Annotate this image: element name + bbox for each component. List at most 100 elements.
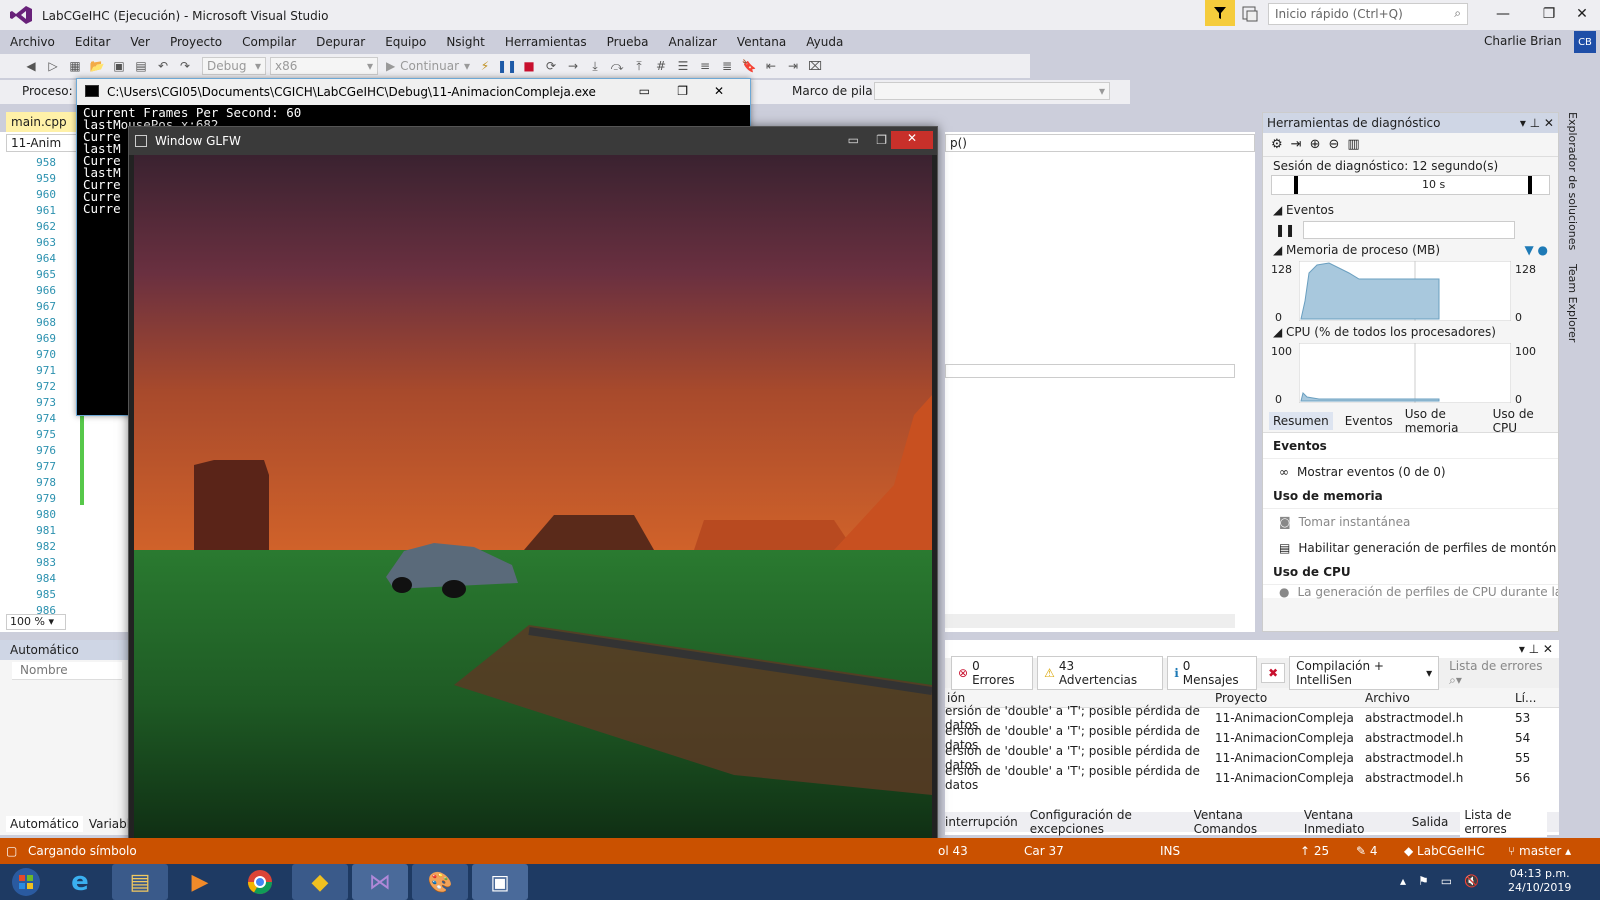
messages-filter-chip[interactable]: ℹ0 Mensajes: [1167, 656, 1258, 690]
hot-reload-icon[interactable]: ⚡: [476, 57, 494, 75]
take-snapshot-button[interactable]: ◙ Tomar instantánea: [1263, 509, 1558, 535]
tab-variables[interactable]: Variabl: [89, 817, 130, 831]
save-icon[interactable]: ▣: [110, 57, 128, 75]
zoom-out-icon[interactable]: ⊖: [1328, 137, 1339, 152]
tab-main-cpp[interactable]: main.cpp: [6, 112, 76, 132]
pause-icon[interactable]: ❚❚: [1275, 223, 1295, 237]
tray-expand-icon[interactable]: ▴: [1400, 874, 1406, 888]
tab-eventos[interactable]: Eventos: [1345, 414, 1393, 428]
menu-prueba[interactable]: Prueba: [607, 35, 649, 49]
team-explorer-tab[interactable]: Team Explorer: [1566, 264, 1579, 342]
volume-icon[interactable]: 🔇: [1464, 874, 1479, 888]
menu-ventana[interactable]: Ventana: [737, 35, 786, 49]
pause-icon[interactable]: ❚❚: [497, 57, 517, 75]
3d-scene[interactable]: [134, 155, 932, 855]
timeline-end-marker[interactable]: [1528, 176, 1532, 194]
file-explorer-icon[interactable]: ▤: [112, 864, 168, 900]
prev-bookmark-icon[interactable]: ⇤: [762, 57, 780, 75]
clear-bookmarks-icon[interactable]: ⌧: [806, 57, 824, 75]
col-file[interactable]: Archivo: [1365, 691, 1515, 705]
visual-studio-taskbar-icon[interactable]: ⋈: [352, 864, 408, 900]
bookmark-icon[interactable]: 🔖: [740, 57, 758, 75]
menu-archivo[interactable]: Archivo: [10, 35, 55, 49]
new-project-icon[interactable]: ▦: [66, 57, 84, 75]
build-filter-select[interactable]: Compilación + IntelliSen ▾: [1289, 656, 1440, 690]
step-into-icon[interactable]: ⤓: [586, 57, 604, 75]
events-track[interactable]: [1303, 221, 1516, 239]
zoom-in-icon[interactable]: ⊕: [1310, 137, 1321, 152]
console-maximize-button[interactable]: ❐: [677, 84, 688, 98]
menu-editar[interactable]: Editar: [75, 35, 111, 49]
tab-uso-memoria[interactable]: Uso de memoria: [1405, 407, 1481, 435]
action-center-icon[interactable]: ⚑: [1418, 874, 1429, 888]
col-project[interactable]: Proyecto: [1215, 691, 1365, 705]
network-icon[interactable]: ▭: [1441, 874, 1452, 888]
status-edits[interactable]: ✎ 4: [1356, 844, 1378, 858]
code-editor-right[interactable]: [945, 132, 1255, 632]
next-bookmark-icon[interactable]: ⇥: [784, 57, 802, 75]
notification-icon[interactable]: [1240, 4, 1262, 26]
git-client-icon[interactable]: ◆: [292, 864, 348, 900]
back-icon[interactable]: ◀: [22, 57, 40, 75]
avatar[interactable]: CB: [1574, 31, 1596, 53]
glfw-close-button[interactable]: ✕: [891, 131, 933, 149]
export-icon[interactable]: ⇥: [1291, 137, 1302, 152]
panel-controls[interactable]: ▾ ⊥ ✕: [1520, 116, 1554, 130]
memory-chart[interactable]: [1299, 261, 1511, 321]
account-name[interactable]: Charlie Brian: [1484, 34, 1562, 48]
clear-filter-icon[interactable]: ✖: [1261, 663, 1286, 683]
redo-icon[interactable]: ↷: [176, 57, 194, 75]
console-minimize-button[interactable]: ▭: [639, 84, 650, 98]
settings-icon[interactable]: ⚙: [1271, 137, 1283, 152]
restart-icon[interactable]: ⟳: [542, 57, 560, 75]
console-taskbar-icon[interactable]: ▣: [472, 864, 528, 900]
comment-icon[interactable]: ≡: [696, 57, 714, 75]
tab-breakpoints[interactable]: interrupción: [945, 815, 1018, 829]
function-navigator[interactable]: p(): [945, 134, 1255, 152]
platform-select[interactable]: x86 ▾: [270, 57, 378, 75]
zoom-select[interactable]: 100 % ▾: [6, 614, 66, 630]
minimize-button[interactable]: —: [1480, 0, 1526, 28]
media-player-icon[interactable]: ▶: [172, 864, 228, 900]
tab-command-window[interactable]: Ventana Comandos: [1194, 808, 1292, 836]
status-repo[interactable]: ◆ LabCGeIHC: [1404, 844, 1485, 858]
status-publish[interactable]: ↑ 25: [1300, 844, 1329, 858]
error-search-input[interactable]: Lista de errores ⌕▾: [1449, 659, 1559, 688]
status-branch[interactable]: ⑂ master ▴: [1508, 844, 1571, 858]
show-events-link[interactable]: ∞ Mostrar eventos (0 de 0): [1263, 459, 1558, 485]
clock[interactable]: 04:13 p.m. 24/10/2019: [1508, 867, 1571, 895]
start-button[interactable]: [4, 864, 48, 900]
undo-icon[interactable]: ↶: [154, 57, 172, 75]
threads-icon[interactable]: ☰: [674, 57, 692, 75]
col-line[interactable]: Lí...: [1515, 691, 1545, 705]
tab-exception-settings[interactable]: Configuración de excepciones: [1030, 808, 1182, 836]
tab-resumen[interactable]: Resumen: [1269, 411, 1333, 430]
menu-ver[interactable]: Ver: [130, 35, 150, 49]
uncomment-icon[interactable]: ≣: [718, 57, 736, 75]
cpu-chart[interactable]: [1299, 343, 1511, 403]
stack-frame-select[interactable]: ▾: [874, 82, 1110, 100]
open-file-icon[interactable]: 📂: [88, 57, 106, 75]
config-select[interactable]: Debug ▾: [202, 57, 266, 75]
menu-compilar[interactable]: Compilar: [242, 35, 296, 49]
menu-herramientas[interactable]: Herramientas: [505, 35, 587, 49]
step-out-icon[interactable]: ⤒: [630, 57, 648, 75]
menu-analizar[interactable]: Analizar: [669, 35, 717, 49]
tab-immediate-window[interactable]: Ventana Inmediato: [1304, 808, 1400, 836]
horizontal-scrollbar[interactable]: [945, 614, 1235, 628]
menu-ayuda[interactable]: Ayuda: [806, 35, 843, 49]
menu-nsight[interactable]: Nsight: [446, 35, 485, 49]
timeline-start-marker[interactable]: [1294, 176, 1298, 194]
chart-icon[interactable]: ▥: [1347, 137, 1359, 152]
hex-display-icon[interactable]: #: [652, 57, 670, 75]
glfw-maximize-button[interactable]: ❐: [876, 133, 887, 147]
feedback-filter-icon[interactable]: [1205, 0, 1235, 26]
console-close-button[interactable]: ✕: [714, 84, 724, 98]
glfw-minimize-button[interactable]: ▭: [848, 133, 859, 147]
stop-icon[interactable]: ■: [520, 57, 538, 75]
solution-explorer-tab[interactable]: Explorador de soluciones: [1566, 112, 1579, 250]
save-all-icon[interactable]: ▤: [132, 57, 150, 75]
close-button[interactable]: ✕: [1564, 0, 1600, 28]
show-next-statement-icon[interactable]: →: [564, 57, 582, 75]
forward-icon[interactable]: ▷: [44, 57, 62, 75]
